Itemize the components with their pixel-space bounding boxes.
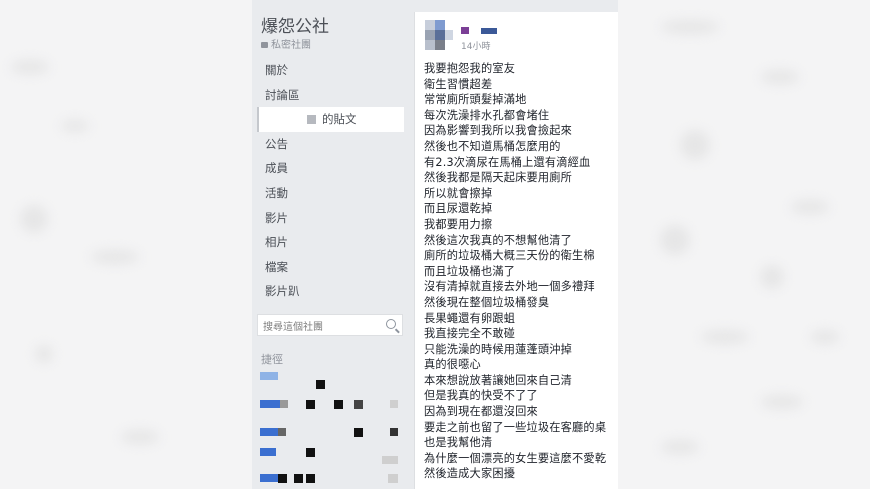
post-line: 也是我幫他清	[424, 436, 493, 450]
nav-item-discussion[interactable]: 討論區	[252, 83, 408, 108]
facebook-group-screenshot: 爆怨公社 私密社團 關於 討論區 的貼文 公告 成員 活動 影片 相片 檔案 影…	[252, 0, 618, 489]
nav-item-files[interactable]: 檔案	[252, 255, 408, 280]
nav-item-member-posts[interactable]: 的貼文	[257, 107, 404, 132]
nav-item-about[interactable]: 關於	[252, 58, 408, 83]
shortcuts-heading: 捷徑	[261, 353, 283, 366]
censored-author-name[interactable]	[461, 27, 469, 34]
search-icon[interactable]	[386, 319, 396, 329]
post-line: 真的很噁心	[424, 358, 481, 372]
group-nav: 關於 討論區 的貼文 公告 成員 活動 影片 相片 檔案 影片趴	[252, 58, 408, 304]
post-line: 要走之前也留了一些垃圾在客廳的桌	[424, 420, 607, 434]
censored-avatar[interactable]	[425, 20, 453, 50]
nav-item-member-posts-label: 的貼文	[322, 112, 357, 127]
group-search-input[interactable]	[258, 317, 381, 338]
post-line: 我直接完全不敢碰	[424, 327, 516, 341]
post-line: 每次洗澡排水孔都會堵住	[424, 108, 550, 122]
group-privacy: 私密社團	[261, 36, 311, 51]
post-line: 然後現在整個垃圾桶發臭	[424, 295, 550, 309]
post-line: 為什麼一個漂亮的女生要這麼不愛乾	[424, 451, 607, 465]
group-privacy-label: 私密社團	[271, 40, 311, 51]
group-search	[257, 314, 403, 338]
group-sidebar: 爆怨公社 私密社團 關於 討論區 的貼文 公告 成員 活動 影片 相片 檔案 影…	[252, 0, 408, 489]
post-line: 然後也不知道馬桶怎麼用的	[424, 139, 561, 153]
post-line: 因為影響到我所以我會撿起來	[424, 124, 573, 138]
post-line: 常常廁所頭髮掉滿地	[424, 93, 527, 107]
post-line: 然後造成大家困擾	[424, 467, 516, 481]
post-line: 然後我都是隔天起床要用廁所	[424, 171, 573, 185]
post-line: 只能洗澡的時候用蓮蓬頭沖掉	[424, 342, 573, 356]
post-line: 因為到現在都還沒回來	[424, 405, 538, 419]
censored-shortcuts	[258, 368, 404, 489]
post-line: 廁所的垃圾桶大概三天份的衛生棉	[424, 249, 595, 263]
nav-item-watch-party[interactable]: 影片趴	[252, 279, 408, 304]
post-line: 但是我真的快受不了了	[424, 389, 538, 403]
post-line: 而且尿還乾掉	[424, 202, 493, 216]
censored-author-name-2[interactable]	[481, 28, 497, 34]
post-card: 14小時 我要抱怨我的室友 衛生習慣超差 常常廁所頭髮掉滿地 每次洗澡排水孔都會…	[414, 12, 618, 489]
nav-item-announcements[interactable]: 公告	[252, 132, 408, 157]
post-line: 沒有清掉就直接去外地一個多禮拜	[424, 280, 595, 294]
post-line: 我要抱怨我的室友	[424, 62, 516, 75]
lock-icon	[261, 42, 268, 48]
post-line: 我都要用力擦	[424, 217, 493, 231]
censored-name	[307, 115, 316, 125]
post-line: 衛生習慣超差	[424, 77, 493, 91]
post-timestamp[interactable]: 14小時	[461, 39, 490, 52]
nav-item-members[interactable]: 成員	[252, 156, 408, 181]
group-name[interactable]: 爆怨公社	[261, 12, 329, 37]
nav-item-photos[interactable]: 相片	[252, 230, 408, 255]
nav-item-videos[interactable]: 影片	[252, 206, 408, 231]
post-line: 而且垃圾桶也滿了	[424, 264, 516, 278]
post-line: 然後這次我真的不想幫他清了	[424, 233, 573, 247]
post-line: 有2.3次滴尿在馬桶上還有滴經血	[424, 155, 591, 169]
nav-item-events[interactable]: 活動	[252, 181, 408, 206]
post-line: 所以就會擦掉	[424, 186, 493, 200]
post-body: 我要抱怨我的室友 衛生習慣超差 常常廁所頭髮掉滿地 每次洗澡排水孔都會堵住 因為…	[424, 61, 618, 482]
post-line: 長果蠅還有卵跟蛆	[424, 311, 516, 325]
post-line: 本來想說放著讓她回來自己清	[424, 373, 573, 387]
